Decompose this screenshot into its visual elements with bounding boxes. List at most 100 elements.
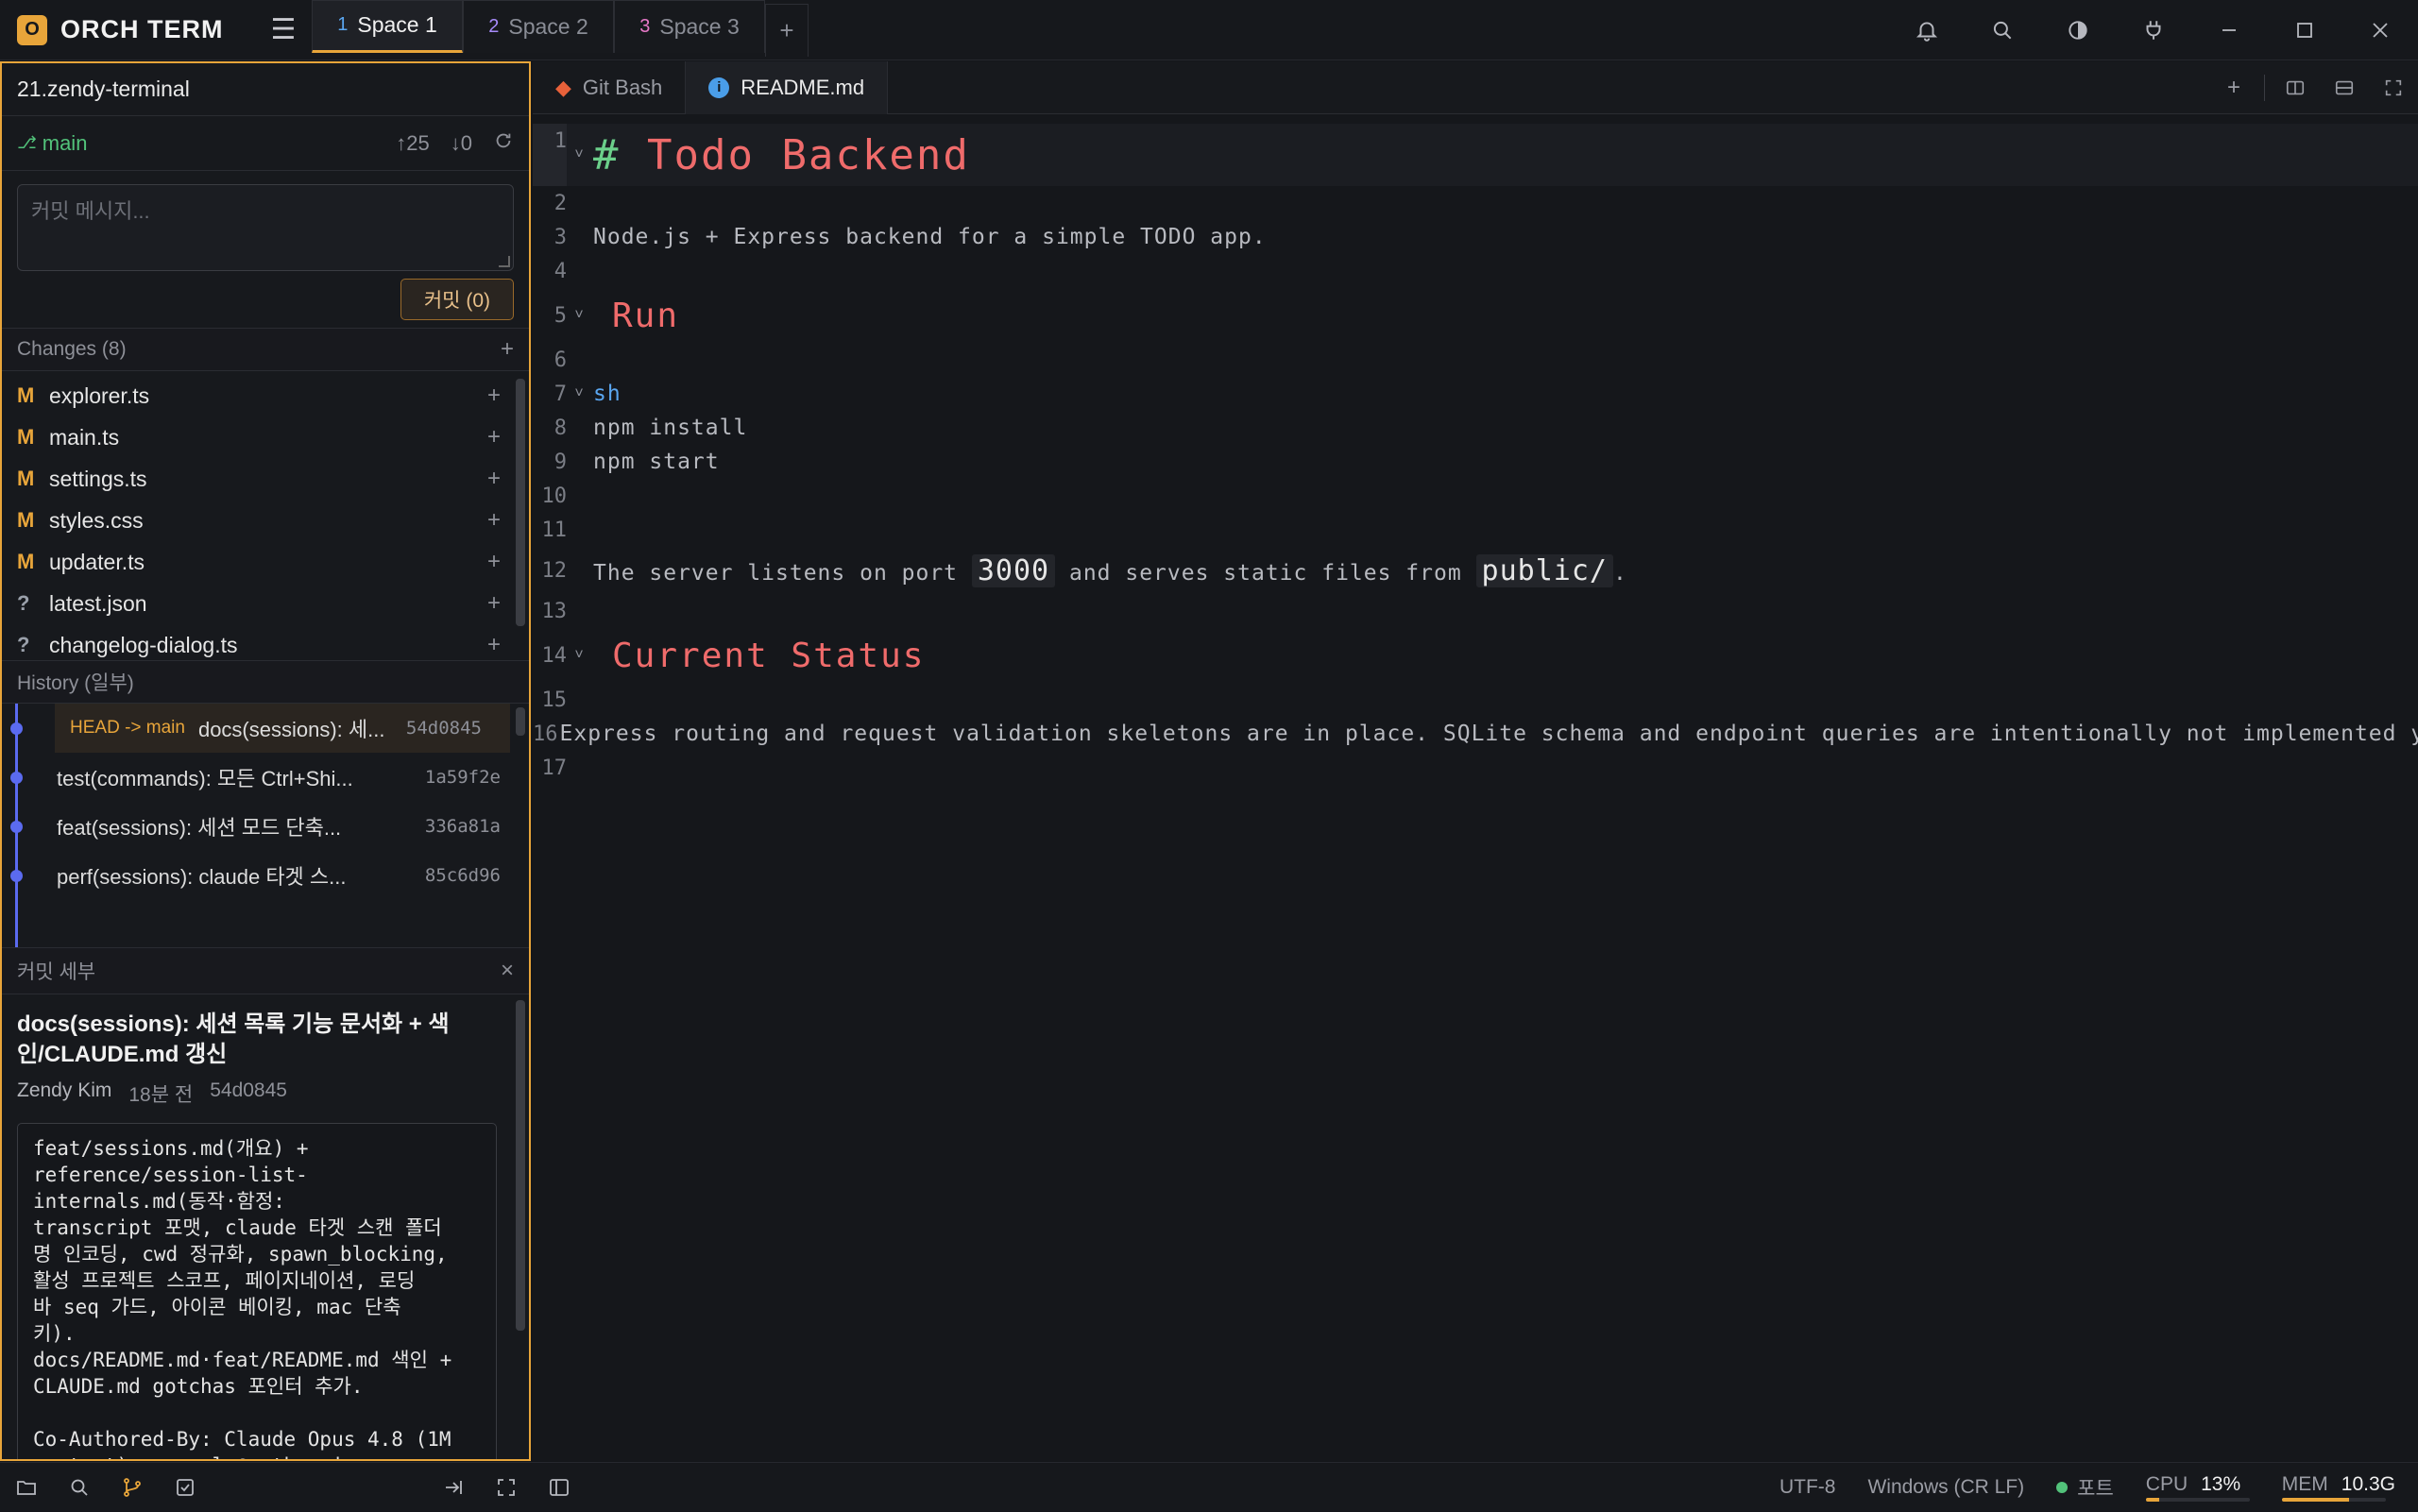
- changed-file-item[interactable]: Mexplorer.ts+: [2, 375, 529, 416]
- commit-message-input[interactable]: 커밋 메시지...: [17, 184, 514, 271]
- changes-scrollbar[interactable]: [516, 379, 525, 626]
- branch-name[interactable]: main: [43, 131, 88, 156]
- commit-author: Zendy Kim: [17, 1079, 111, 1108]
- line-number: 10: [533, 484, 567, 508]
- source-control-icon[interactable]: [106, 1463, 159, 1512]
- close-icon[interactable]: [2342, 0, 2418, 60]
- search-icon[interactable]: [53, 1463, 106, 1512]
- port-label: 포트: [2077, 1473, 2114, 1502]
- changed-file-item[interactable]: ?changelog-dialog.ts +: [2, 624, 529, 666]
- changed-file-item[interactable]: Mupdater.ts+: [2, 541, 529, 583]
- file-name: changelog-dialog.ts: [49, 633, 237, 658]
- tab-git-bash[interactable]: ◆ Git Bash: [533, 61, 686, 114]
- history-item[interactable]: perf(sessions): claude 타겟 스...85c6d96: [2, 851, 529, 900]
- theme-toggle-icon[interactable]: [2040, 0, 2116, 60]
- changed-file-item[interactable]: Mstyles.css+: [2, 500, 529, 541]
- close-detail-icon[interactable]: ×: [501, 958, 514, 984]
- code-editor[interactable]: 1˅# Todo Backend23Node.js + Express back…: [533, 124, 2418, 785]
- code-line: 6: [533, 343, 2418, 377]
- file-status-badge: M: [17, 383, 49, 408]
- port-indicator[interactable]: 포트: [2056, 1473, 2114, 1502]
- split-vertical-icon[interactable]: [2271, 61, 2320, 114]
- checklist-icon[interactable]: [159, 1463, 212, 1512]
- tab-readme[interactable]: i README.md: [686, 61, 888, 114]
- fold-chevron-icon[interactable]: ˅: [567, 307, 591, 324]
- detail-scrollbar[interactable]: [516, 1000, 525, 1331]
- add-space-button[interactable]: +: [765, 4, 809, 57]
- history-header: History (일부): [2, 660, 529, 704]
- history-item[interactable]: feat(sessions): 세션 모드 단축...336a81a: [2, 802, 529, 851]
- text-segment: and serves static files from: [1055, 561, 1475, 586]
- file-name: updater.ts: [49, 550, 145, 575]
- line-number: 6: [533, 348, 567, 372]
- fold-chevron-icon[interactable]: ˅: [567, 385, 591, 402]
- changes-list: Mexplorer.ts+Mmain.ts+Msettings.ts+Mstyl…: [2, 371, 529, 660]
- encoding-label[interactable]: UTF-8: [1779, 1476, 1836, 1499]
- expand-icon[interactable]: [480, 1463, 533, 1512]
- status-bar: UTF-8 Windows (CR LF) 포트 CPU13% MEM10.3G: [0, 1462, 2418, 1511]
- stage-file-button[interactable]: +: [487, 590, 501, 617]
- split-horizontal-icon[interactable]: [2320, 61, 2369, 114]
- history-item[interactable]: test(commands): 모든 Ctrl+Shi...1a59f2e: [2, 753, 529, 802]
- collapse-panel-icon[interactable]: [427, 1463, 480, 1512]
- stage-file-button[interactable]: +: [487, 549, 501, 575]
- line-number: 4: [533, 260, 567, 283]
- commit-summary: feat(sessions): 세션 모드 단축...: [57, 811, 414, 841]
- code-line: 1˅# Todo Backend: [533, 124, 2418, 186]
- changed-file-item[interactable]: Msettings.ts+: [2, 458, 529, 500]
- history-item[interactable]: HEAD -> maindocs(sessions): 세...54d0845: [55, 704, 510, 753]
- code-line: 7˅sh: [533, 377, 2418, 411]
- file-name: latest.json: [49, 591, 147, 617]
- space-tab-3[interactable]: 3Space 3: [614, 0, 765, 53]
- commit-button[interactable]: 커밋 (0): [400, 279, 514, 320]
- ahead-count[interactable]: ↑25: [396, 131, 429, 156]
- file-status-badge: ?: [17, 633, 49, 657]
- cpu-value: 13%: [2201, 1473, 2240, 1496]
- space-label: Space 1: [357, 12, 436, 38]
- space-tab-2[interactable]: 2Space 2: [463, 0, 614, 53]
- history-list: HEAD -> maindocs(sessions): 세...54d0845t…: [2, 704, 529, 947]
- fold-chevron-icon[interactable]: ˅: [567, 146, 591, 163]
- editor-area: ◆ Git Bash i README.md + 1˅# T: [533, 61, 2418, 1461]
- eol-label[interactable]: Windows (CR LF): [1867, 1476, 2024, 1499]
- menu-icon[interactable]: ☰: [255, 0, 312, 60]
- folder-icon[interactable]: [0, 1463, 53, 1512]
- stage-file-button[interactable]: +: [487, 507, 501, 534]
- commit-graph-dot: [10, 722, 23, 735]
- heading-marker: #: [593, 131, 621, 179]
- port-status-dot: [2056, 1482, 2068, 1493]
- file-status-badge: M: [17, 467, 49, 491]
- refresh-icon[interactable]: [493, 130, 514, 157]
- new-tab-button[interactable]: +: [2209, 61, 2258, 114]
- space-tab-1[interactable]: 1Space 1: [312, 0, 463, 53]
- changed-file-item[interactable]: Mmain.ts+: [2, 416, 529, 458]
- search-icon[interactable]: [1965, 0, 2040, 60]
- stage-file-button[interactable]: +: [487, 382, 501, 409]
- code-line: 15: [533, 683, 2418, 717]
- branch-row: ⎇ main ↑25 ↓0: [2, 116, 529, 171]
- file-status-badge: ?: [17, 591, 49, 616]
- history-title: History (일부): [17, 668, 134, 696]
- stage-file-button[interactable]: +: [487, 424, 501, 450]
- minimize-icon[interactable]: [2191, 0, 2267, 60]
- file-status-badge: M: [17, 425, 49, 450]
- code-line: 13: [533, 594, 2418, 628]
- heading-text: Todo Backend: [621, 131, 970, 179]
- fullscreen-icon[interactable]: [2369, 61, 2418, 114]
- behind-count[interactable]: ↓0: [451, 131, 472, 156]
- line-text: Node.js + Express backend for a simple T…: [591, 225, 1267, 249]
- fold-chevron-icon[interactable]: ˅: [567, 647, 591, 664]
- commit-detail-header: 커밋 세부 ×: [2, 947, 529, 994]
- maximize-icon[interactable]: [2267, 0, 2342, 60]
- heading-2: Current Status: [591, 637, 925, 675]
- stage-file-button[interactable]: +: [487, 466, 501, 492]
- sidebar-toggle-icon[interactable]: [533, 1463, 586, 1512]
- stage-file-button[interactable]: +: [487, 632, 501, 658]
- bell-icon[interactable]: [1889, 0, 1965, 60]
- branch-icon: ⎇: [17, 133, 37, 153]
- stage-all-button[interactable]: +: [501, 336, 514, 363]
- changes-title: Changes (8): [17, 338, 127, 361]
- changed-file-item[interactable]: ?latest.json +: [2, 583, 529, 624]
- history-scrollbar[interactable]: [516, 707, 525, 736]
- plug-icon[interactable]: [2116, 0, 2191, 60]
